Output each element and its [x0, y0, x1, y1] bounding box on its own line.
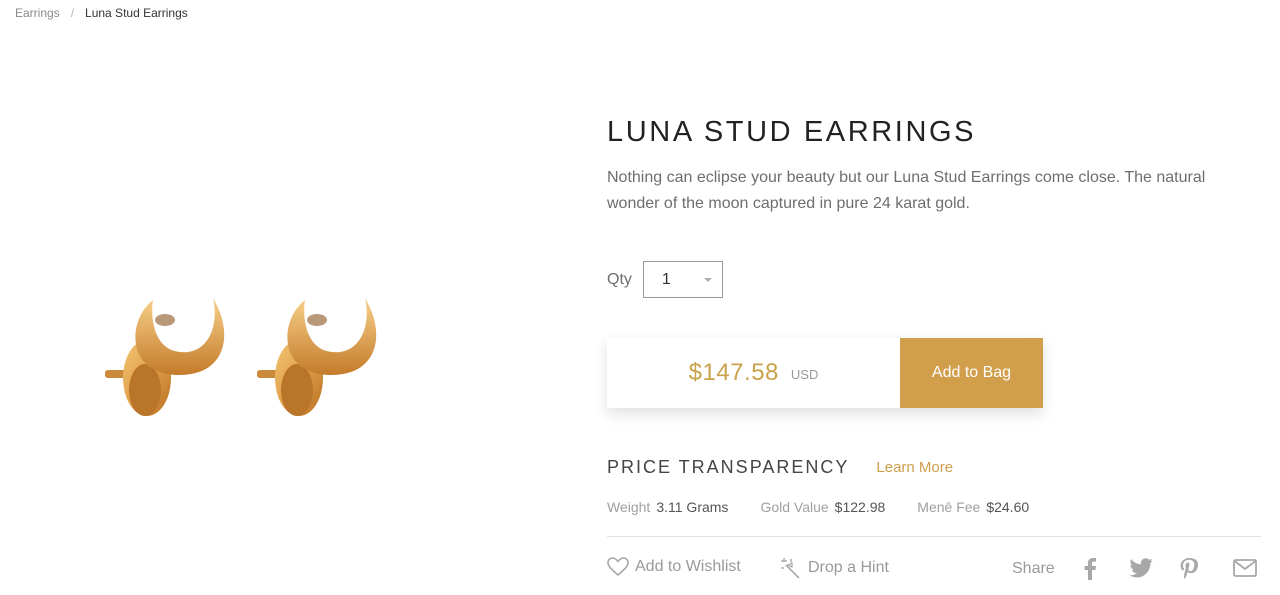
weight-value: 3.11 Grams: [656, 499, 729, 515]
divider: [607, 536, 1261, 537]
heart-icon: [607, 557, 629, 577]
product-page: Earrings / Luna Stud Earrings LUNA STUD …: [0, 0, 1280, 595]
add-to-wishlist-button[interactable]: Add to Wishlist: [607, 557, 741, 577]
email-icon[interactable]: [1233, 558, 1257, 583]
add-to-wishlist-label: Add to Wishlist: [635, 558, 741, 575]
weight-stat: Weight 3.11 Grams: [607, 499, 728, 515]
product-description: Nothing can eclipse your beauty but our …: [607, 169, 1206, 212]
magic-wand-icon: [781, 558, 800, 579]
fee-stat: Menē Fee $24.60: [917, 499, 1029, 515]
product-actions: Add to Wishlist Drop a Hint Share: [607, 557, 1257, 583]
gold-crescent-earrings-icon: [105, 298, 377, 416]
breadcrumb-separator: /: [70, 6, 75, 20]
price-transparency-title: PRICE TRANSPARENCY: [607, 457, 850, 477]
price-area: $147.58 USD: [607, 338, 900, 408]
gold-value-label: Gold Value: [760, 499, 829, 515]
breadcrumb-earrings-link[interactable]: Earrings: [15, 6, 60, 20]
drop-a-hint-label: Drop a Hint: [808, 559, 889, 576]
product-title: LUNA STUD EARRINGS: [607, 116, 977, 148]
breadcrumb: Earrings / Luna Stud Earrings: [15, 6, 188, 20]
gold-value-stat: Gold Value $122.98: [760, 499, 885, 515]
pinterest-icon[interactable]: [1180, 558, 1198, 585]
product-image: [95, 280, 395, 430]
quantity-row: Qty 1: [607, 261, 723, 298]
fee-value: $24.60: [986, 499, 1030, 515]
facebook-icon[interactable]: [1083, 558, 1097, 585]
twitter-icon[interactable]: [1129, 558, 1153, 583]
price-currency: USD: [790, 367, 819, 382]
share-label: Share: [1012, 560, 1055, 577]
product-price: $147.58: [688, 359, 779, 386]
breadcrumb-current: Luna Stud Earrings: [85, 6, 188, 20]
drop-a-hint-button[interactable]: Drop a Hint: [780, 557, 889, 579]
quantity-select[interactable]: 1: [642, 261, 723, 298]
fee-label: Menē Fee: [917, 499, 981, 515]
chevron-down-icon: [703, 277, 712, 282]
price-breakdown: Weight 3.11 Grams Gold Value $122.98 Menē …: [607, 499, 1061, 515]
add-to-bag-button[interactable]: Add to Bag: [900, 338, 1043, 408]
gold-value-amount: $122.98: [834, 499, 886, 515]
quantity-label: Qty: [607, 270, 632, 288]
quantity-value: 1: [661, 270, 671, 288]
learn-more-link[interactable]: Learn More: [876, 459, 953, 476]
weight-label: Weight: [607, 499, 651, 515]
buy-box: $147.58 USD Add to Bag: [607, 338, 1043, 408]
price-transparency-header: PRICE TRANSPARENCY Learn More: [607, 457, 953, 478]
